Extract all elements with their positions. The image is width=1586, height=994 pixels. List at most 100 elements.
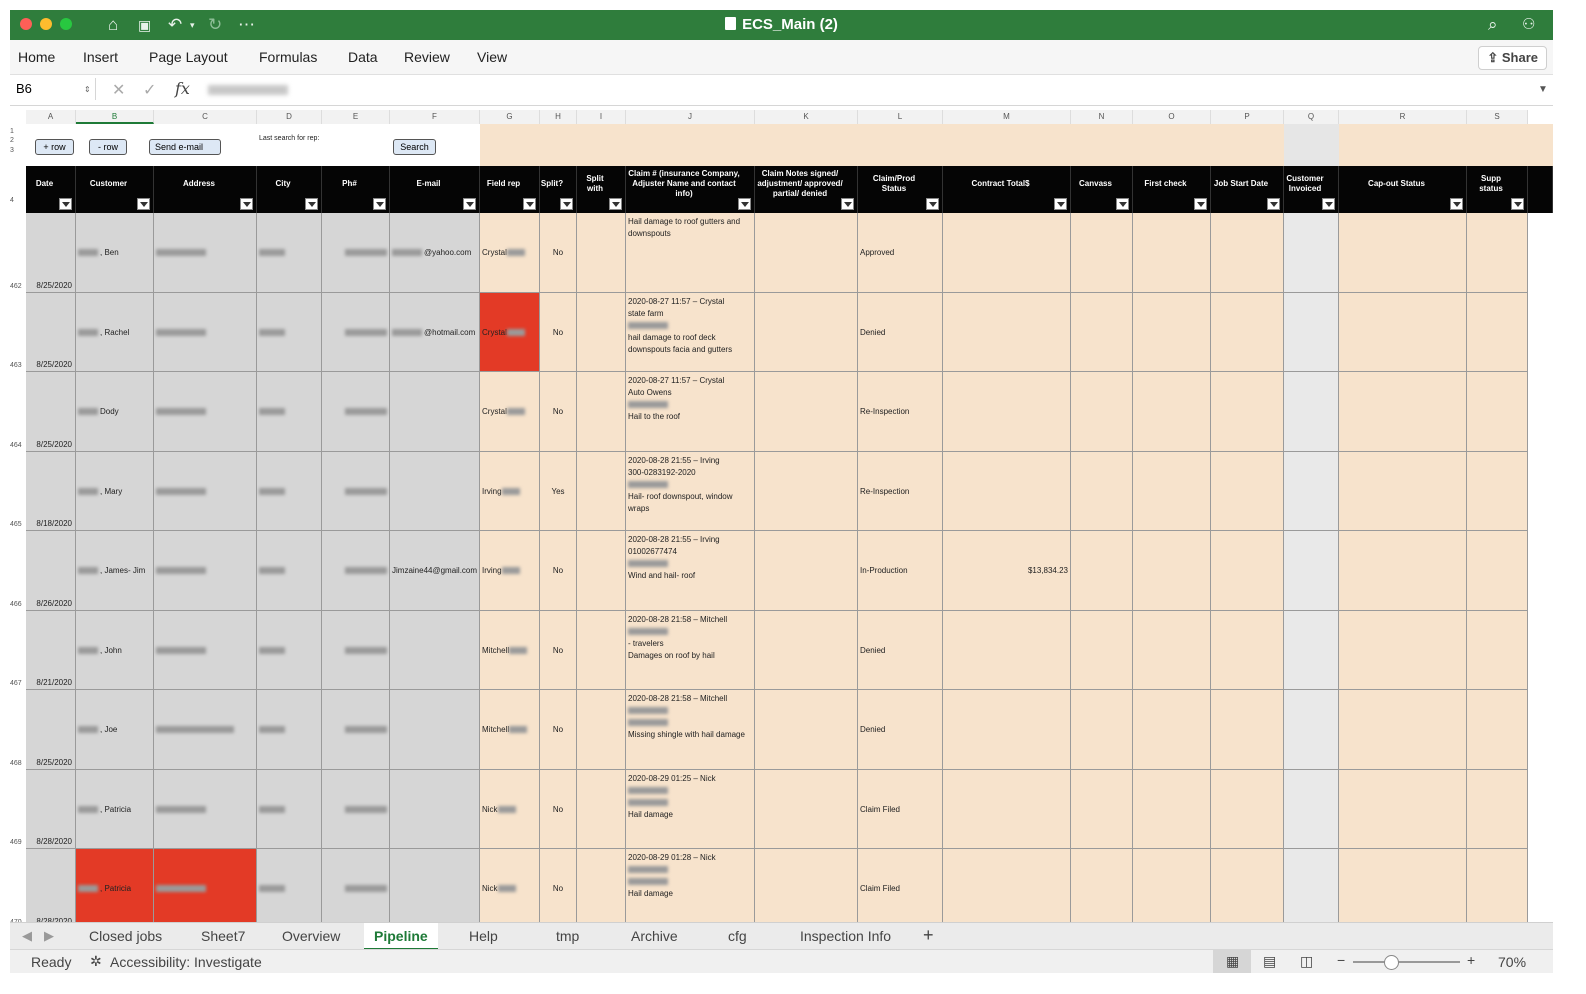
spreadsheet-grid[interactable]: ABCDEFGHIJKLMNOPQRS 1 2 3 4 + row - row … bbox=[10, 106, 1553, 922]
share-button[interactable]: ⇪ Share bbox=[1478, 46, 1547, 70]
filter-dropdown-icon[interactable] bbox=[1116, 198, 1129, 210]
filter-dropdown-icon[interactable] bbox=[1194, 198, 1207, 210]
cell-l[interactable]: In-Production bbox=[858, 531, 943, 611]
cell-q[interactable] bbox=[1284, 611, 1339, 690]
row-number[interactable]: 468 bbox=[10, 760, 26, 767]
column-header-r[interactable]: R bbox=[1339, 110, 1467, 124]
cell-q[interactable] bbox=[1284, 770, 1339, 849]
cell-i[interactable] bbox=[577, 372, 626, 452]
cell-m[interactable] bbox=[943, 452, 1071, 531]
cell-q[interactable] bbox=[1284, 372, 1339, 452]
cell-a[interactable]: 8/25/2020 bbox=[26, 690, 76, 770]
search-icon[interactable]: ⌕ bbox=[1488, 14, 1498, 36]
cell-g[interactable]: Nick bbox=[480, 770, 540, 849]
search-button[interactable]: Search bbox=[393, 139, 436, 155]
cell-n[interactable] bbox=[1071, 452, 1133, 531]
cell-g[interactable]: Nick bbox=[480, 849, 540, 922]
cell-m[interactable]: $13,834.23 bbox=[943, 531, 1071, 611]
cell-n[interactable] bbox=[1071, 531, 1133, 611]
filter-dropdown-icon[interactable] bbox=[738, 198, 751, 210]
column-header-n[interactable]: N bbox=[1071, 110, 1133, 124]
cell-l[interactable]: Re-Inspection bbox=[858, 452, 943, 531]
column-header-h[interactable]: H bbox=[540, 110, 577, 124]
row-number[interactable]: 1 bbox=[10, 128, 26, 135]
cell-q[interactable] bbox=[1284, 452, 1339, 531]
cell-o[interactable] bbox=[1133, 293, 1211, 372]
cell-a[interactable]: 8/21/2020 bbox=[26, 611, 76, 690]
filter-dropdown-icon[interactable] bbox=[137, 198, 150, 210]
cell-f[interactable]: @hotmail.com bbox=[390, 293, 480, 372]
cell-r[interactable] bbox=[1339, 770, 1467, 849]
sheet-tab-inspection-info[interactable]: Inspection Info bbox=[800, 928, 891, 944]
add-sheet-icon[interactable]: + bbox=[923, 925, 934, 946]
cell-p[interactable] bbox=[1211, 372, 1284, 452]
cell-r[interactable] bbox=[1339, 293, 1467, 372]
cell-q[interactable] bbox=[1284, 531, 1339, 611]
filter-dropdown-icon[interactable] bbox=[373, 198, 386, 210]
column-header-j[interactable]: J bbox=[626, 110, 755, 124]
cell-j[interactable]: 2020-08-28 21:58 – Mitchell - travelers Da… bbox=[626, 611, 755, 690]
next-sheet-icon[interactable]: ▶ bbox=[44, 928, 54, 944]
cell-a[interactable]: 8/26/2020 bbox=[26, 531, 76, 611]
cell-d[interactable] bbox=[257, 293, 322, 372]
cell-d[interactable] bbox=[257, 849, 322, 922]
cell-n[interactable] bbox=[1071, 611, 1133, 690]
prev-sheet-icon[interactable]: ◀ bbox=[22, 928, 32, 944]
column-header-g[interactable]: G bbox=[480, 110, 540, 124]
cell-c[interactable] bbox=[154, 849, 257, 922]
cell-g[interactable]: Crystal bbox=[480, 372, 540, 452]
column-header-a[interactable]: A bbox=[26, 110, 76, 124]
sheet-tab-cfg[interactable]: cfg bbox=[728, 928, 747, 944]
column-header-s[interactable]: S bbox=[1467, 110, 1528, 124]
cell-r[interactable] bbox=[1339, 213, 1467, 293]
column-header-i[interactable]: I bbox=[577, 110, 626, 124]
cell-g[interactable]: Irving bbox=[480, 531, 540, 611]
cell-r[interactable] bbox=[1339, 611, 1467, 690]
row-number[interactable]: 466 bbox=[10, 601, 26, 608]
cell-m[interactable] bbox=[943, 690, 1071, 770]
filter-dropdown-icon[interactable] bbox=[609, 198, 622, 210]
cell-e[interactable] bbox=[322, 213, 390, 293]
people-icon[interactable]: ⚇ bbox=[1522, 14, 1535, 36]
zoom-slider[interactable] bbox=[1353, 961, 1460, 963]
sheet-tab-pipeline[interactable]: Pipeline bbox=[364, 923, 438, 950]
cell-f[interactable] bbox=[390, 452, 480, 531]
cell-f[interactable] bbox=[390, 372, 480, 452]
zoom-slider-thumb[interactable] bbox=[1384, 955, 1399, 970]
cell-k[interactable] bbox=[755, 452, 858, 531]
row-number[interactable]: 4 bbox=[10, 197, 26, 204]
cell-c[interactable] bbox=[154, 611, 257, 690]
cell-h[interactable]: No bbox=[540, 531, 577, 611]
cell-c[interactable] bbox=[154, 531, 257, 611]
cell-p[interactable] bbox=[1211, 690, 1284, 770]
cell-j[interactable]: 2020-08-28 21:55 – Irving 01002677474 Wind… bbox=[626, 531, 755, 611]
cell-g[interactable]: Mitchell bbox=[480, 690, 540, 770]
cell-b[interactable]: , Ben bbox=[76, 213, 154, 293]
page-break-view-icon[interactable]: ◫ bbox=[1300, 953, 1313, 970]
tab-page-layout[interactable]: Page Layout bbox=[149, 49, 228, 65]
cell-s[interactable] bbox=[1467, 690, 1528, 770]
cell-a[interactable]: 8/28/2020 bbox=[26, 849, 76, 922]
cell-p[interactable] bbox=[1211, 611, 1284, 690]
column-header-p[interactable]: P bbox=[1211, 110, 1284, 124]
cell-h[interactable]: No bbox=[540, 690, 577, 770]
cell-d[interactable] bbox=[257, 372, 322, 452]
cell-a[interactable]: 8/25/2020 bbox=[26, 372, 76, 452]
cell-g[interactable]: Crystal bbox=[480, 293, 540, 372]
cell-c[interactable] bbox=[154, 213, 257, 293]
cell-p[interactable] bbox=[1211, 849, 1284, 922]
cell-e[interactable] bbox=[322, 849, 390, 922]
cell-e[interactable] bbox=[322, 372, 390, 452]
column-header-d[interactable]: D bbox=[257, 110, 322, 124]
cell-h[interactable]: No bbox=[540, 770, 577, 849]
cell-k[interactable] bbox=[755, 372, 858, 452]
cell-d[interactable] bbox=[257, 690, 322, 770]
cell-o[interactable] bbox=[1133, 849, 1211, 922]
cell-l[interactable]: Re-Inspection bbox=[858, 372, 943, 452]
cell-f[interactable] bbox=[390, 770, 480, 849]
cell-n[interactable] bbox=[1071, 372, 1133, 452]
cell-d[interactable] bbox=[257, 213, 322, 293]
tab-home[interactable]: Home bbox=[18, 49, 55, 65]
expand-formula-icon[interactable]: ▼ bbox=[1538, 84, 1548, 95]
row-number[interactable]: 3 bbox=[10, 147, 26, 154]
